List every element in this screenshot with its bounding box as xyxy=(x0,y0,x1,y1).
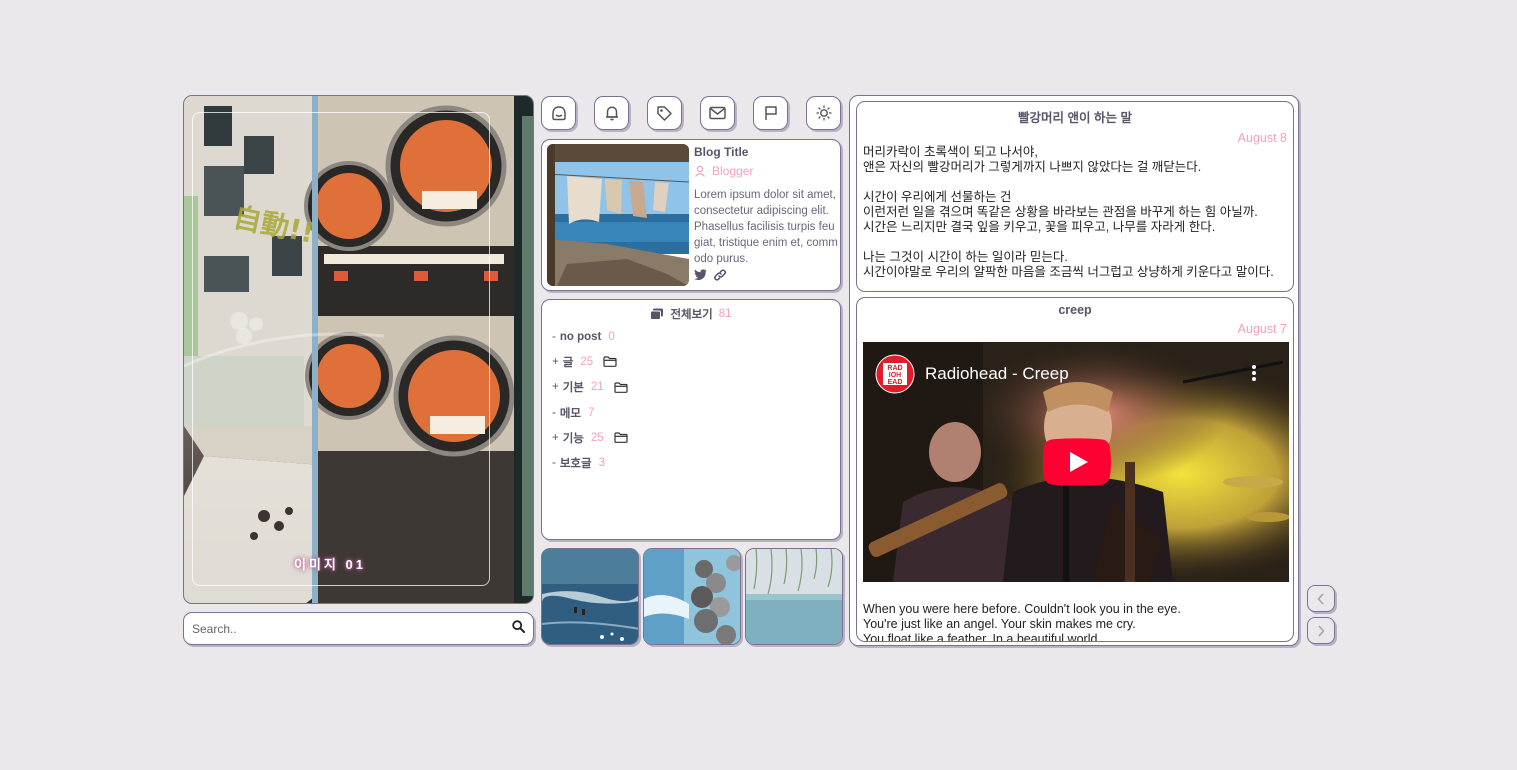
post-line: 머리카락이 초록색이 되고 나서야, xyxy=(863,145,1038,159)
flag-button[interactable] xyxy=(753,96,788,130)
post-title[interactable]: creep xyxy=(857,303,1293,317)
category-item-label: no post xyxy=(559,330,602,343)
stack-icon xyxy=(650,308,664,320)
user-icon xyxy=(694,165,706,177)
blogger-name: Blogger xyxy=(694,164,753,178)
category-item-count: 7 xyxy=(588,406,595,419)
post-paragraph: 시간이 우리에게 선물하는 건 이런저런 일을 겪으며 똑같은 상황을 바라보는 … xyxy=(863,190,1287,235)
category-all[interactable]: 전체보기 81 xyxy=(542,306,840,322)
post-line: You float like a feather. In a beautiful… xyxy=(863,632,1101,642)
sun-icon xyxy=(815,105,832,121)
profile-image xyxy=(547,144,689,286)
prev-page-button[interactable] xyxy=(1307,585,1335,612)
twitter-icon[interactable] xyxy=(694,269,707,280)
post-paragraph: 머리카락이 초록색이 되고 나서야, 앤은 자신의 빨강머리가 그렇게까지 나쁘지… xyxy=(863,145,1287,175)
category-item-label: 메모 xyxy=(559,407,582,420)
category-item-count: 25 xyxy=(580,355,594,368)
category-item[interactable]: + 글 25 xyxy=(552,349,628,374)
blog-description: Lorem ipsum dolor sit amet, consectetur … xyxy=(694,189,838,265)
category-all-label: 전체보기 xyxy=(670,309,713,321)
post-card: creep August 7 RAD IOH EAD Radiohead - C… xyxy=(856,297,1294,642)
post-line: 나는 그것이 시간이 하는 일이라 믿는다. xyxy=(863,250,1068,264)
channel-avatar[interactable]: RAD IOH EAD xyxy=(875,354,915,394)
more-options-icon[interactable] xyxy=(1251,364,1257,382)
post-date: August 7 xyxy=(1237,322,1287,336)
post-card: 빨강머리 앤이 하는 말 August 8 머리카락이 초록색이 되고 나서야,… xyxy=(856,101,1294,292)
search-input[interactable] xyxy=(192,621,512,636)
category-toggle[interactable]: - xyxy=(552,407,556,419)
chevron-left-icon xyxy=(1317,592,1324,605)
mail-icon xyxy=(709,106,726,120)
category-item-label: 보호글 xyxy=(559,458,592,471)
folder-icon xyxy=(603,356,617,368)
post-line: 이런저런 일을 겪으며 똑같은 상황을 바라보는 관점을 바꾸게 하는 힘 아닐… xyxy=(863,205,1258,219)
image-frame xyxy=(192,112,490,586)
youtube-video-embed[interactable]: RAD IOH EAD Radiohead - Creep xyxy=(863,342,1289,582)
svg-text:IOH: IOH xyxy=(889,372,901,379)
bell-icon xyxy=(605,106,618,121)
video-title[interactable]: Radiohead - Creep xyxy=(925,364,1069,384)
search-bar xyxy=(183,612,534,645)
post-date: August 8 xyxy=(1237,131,1287,145)
mail-button[interactable] xyxy=(700,96,735,130)
post-line: 시간이 우리에게 선물하는 건 xyxy=(863,190,1012,204)
hero-image-panel: 自動!! 이미지 01 xyxy=(183,95,534,604)
category-toggle[interactable]: - xyxy=(552,457,556,469)
search-icon[interactable] xyxy=(512,619,525,638)
category-toggle[interactable]: - xyxy=(552,331,556,343)
svg-text:EAD: EAD xyxy=(888,379,903,386)
blog-title[interactable]: Blog Title xyxy=(694,145,748,159)
gallery-thumb-1[interactable] xyxy=(541,548,639,645)
category-item-count: 0 xyxy=(608,330,615,343)
category-item-label: 기본 xyxy=(562,382,584,395)
blogger-label: Blogger xyxy=(712,164,754,178)
category-item-count: 3 xyxy=(598,457,605,470)
category-item[interactable]: + 기능 25 xyxy=(552,425,628,450)
image-caption: 이미지 01 xyxy=(294,557,366,572)
category-card: 전체보기 81 - no post 0 + 글 25 + 기본 21- 메모 7 + 기능 25- 보호글 3 xyxy=(541,299,841,540)
folder-icon xyxy=(614,432,628,444)
folder-icon xyxy=(614,382,628,393)
category-toggle[interactable]: + xyxy=(552,356,559,368)
category-item-label: 기능 xyxy=(562,432,584,445)
home-button[interactable] xyxy=(541,96,576,130)
social-links xyxy=(694,269,727,281)
post-body: When you were here before. Couldn't look… xyxy=(857,602,1293,642)
svg-text:RAD: RAD xyxy=(887,365,902,372)
post-line: 시간은 느리지만 결국 잎을 키우고, 꽃을 피우고, 나무를 자라게 한다. xyxy=(863,220,1216,234)
profile-card: Blog Title Blogger Lorem ipsum dolor sit… xyxy=(541,139,841,291)
category-toggle[interactable]: + xyxy=(552,432,559,444)
post-line: 앤은 자신의 빨강머리가 그렇게까지 나쁘지 않았다는 걸 깨닫는다. xyxy=(863,160,1202,174)
category-item-label: 글 xyxy=(562,356,574,369)
tag-button[interactable] xyxy=(647,96,682,130)
category-item[interactable]: - 보호글 3 xyxy=(552,450,628,475)
tag-icon xyxy=(657,105,672,121)
chevron-right-icon xyxy=(1318,624,1325,637)
category-item[interactable]: - no post 0 xyxy=(552,324,628,349)
post-paragraph: 나는 그것이 시간이 하는 일이라 믿는다. 시간이야말로 우리의 얄팍한 마음을… xyxy=(863,250,1287,280)
category-item-count: 25 xyxy=(590,431,604,444)
link-icon[interactable] xyxy=(713,269,727,281)
post-title[interactable]: 빨강머리 앤이 하는 말 xyxy=(857,107,1293,126)
flag-icon xyxy=(764,106,777,120)
gallery-thumb-3[interactable] xyxy=(745,548,843,645)
category-item[interactable]: + 기본 21 xyxy=(552,375,628,400)
notification-button[interactable] xyxy=(594,96,629,130)
next-page-button[interactable] xyxy=(1307,617,1335,644)
category-toggle[interactable]: + xyxy=(552,381,559,393)
gallery-thumb-2[interactable] xyxy=(643,548,741,645)
category-list: - no post 0 + 글 25 + 기본 21- 메모 7 + 기능 25- 보호글 3 xyxy=(552,324,628,476)
play-button-icon[interactable] xyxy=(1043,438,1111,486)
post-line: You're just like an angel. Your skin mak… xyxy=(863,617,1136,631)
category-item-count: 21 xyxy=(590,381,604,394)
home-icon xyxy=(551,106,566,121)
theme-toggle-button[interactable] xyxy=(806,96,841,130)
post-line: When you were here before. Couldn't look… xyxy=(863,602,1181,616)
post-body: 머리카락이 초록색이 되고 나서야, 앤은 자신의 빨강머리가 그렇게까지 나쁘지… xyxy=(857,145,1293,280)
post-line: 시간이야말로 우리의 얄팍한 마음을 조금씩 너그럽고 상냥하게 키운다고 말이… xyxy=(863,265,1274,279)
category-all-count: 81 xyxy=(718,308,732,320)
category-item[interactable]: - 메모 7 xyxy=(552,400,628,425)
post-list: 빨강머리 앤이 하는 말 August 8 머리카락이 초록색이 되고 나서야,… xyxy=(849,95,1299,646)
